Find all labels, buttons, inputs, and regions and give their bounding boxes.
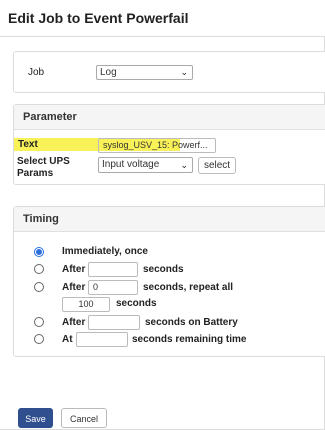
save-button[interactable]: Save xyxy=(18,408,53,428)
after-repeat-input[interactable]: 0 xyxy=(88,280,138,295)
chevron-down-icon: ⌄ xyxy=(180,67,188,77)
radio-after[interactable] xyxy=(34,264,44,274)
select-button[interactable]: select xyxy=(198,157,236,174)
parameter-heading: Parameter xyxy=(14,105,325,130)
repeat-all-input[interactable]: 100 xyxy=(62,297,110,312)
radio-immediately[interactable] xyxy=(34,247,44,257)
at-label: At xyxy=(62,334,73,345)
dialog-header: Edit Job to Event Powerfail xyxy=(0,0,325,37)
timing-heading: Timing xyxy=(14,207,325,232)
select-ups-label-line1: Select UPS xyxy=(17,156,70,167)
after-repeat-label: After xyxy=(62,282,86,293)
job-select-value: Log xyxy=(100,67,117,78)
after-label: After xyxy=(62,264,86,275)
parameter-panel: Parameter Text syslog_USV_15: Powerf... … xyxy=(13,104,325,185)
at-remaining-seconds-label: seconds remaining time xyxy=(132,334,247,345)
radio-after-repeat[interactable] xyxy=(34,282,44,292)
after-battery-label: After xyxy=(62,317,86,328)
job-panel: Job Log ⌄ xyxy=(13,51,325,93)
dialog-title: Edit Job to Event Powerfail xyxy=(8,10,189,26)
job-select[interactable]: Log ⌄ xyxy=(96,65,193,80)
after-repeat-seconds-label: seconds, repeat all xyxy=(143,282,234,293)
text-label: Text xyxy=(18,139,38,150)
radio-at-remaining[interactable] xyxy=(34,334,44,344)
text-input[interactable]: syslog_USV_15: Powerf... xyxy=(98,138,216,153)
at-remaining-input[interactable] xyxy=(76,332,128,347)
after-battery-input[interactable] xyxy=(88,315,140,330)
ups-params-select[interactable]: Input voltage ⌄ xyxy=(98,157,193,173)
after-seconds-label: seconds xyxy=(143,264,184,275)
after-battery-seconds-label: seconds on Battery xyxy=(145,317,238,328)
timing-panel: Timing Immediately, once After seconds A… xyxy=(13,206,325,357)
select-ups-label: Select UPS Params xyxy=(17,156,70,180)
select-ups-label-line2: Params xyxy=(17,168,54,179)
ups-params-value: Input voltage xyxy=(102,159,160,170)
immediately-label: Immediately, once xyxy=(62,246,148,257)
chevron-down-icon: ⌄ xyxy=(180,160,188,170)
radio-after-battery[interactable] xyxy=(34,317,44,327)
after-seconds-input[interactable] xyxy=(88,262,138,277)
cancel-button[interactable]: Cancel xyxy=(61,408,107,428)
job-label: Job xyxy=(28,67,45,78)
repeat-all-seconds-label: seconds xyxy=(116,298,157,309)
